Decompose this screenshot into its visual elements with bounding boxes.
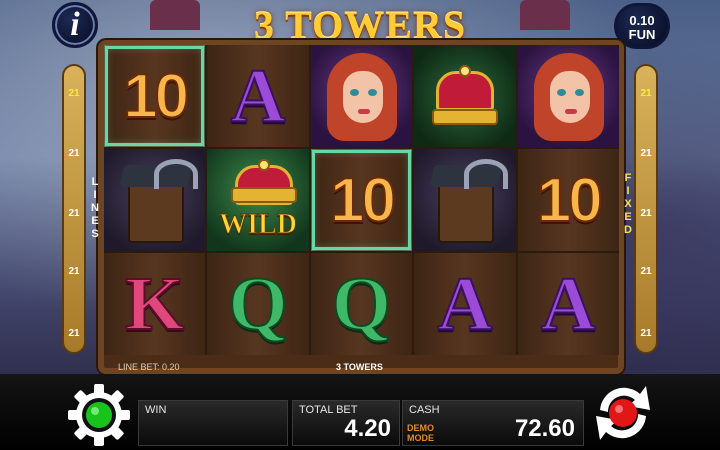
- symbol-tower: [414, 149, 516, 251]
- line-number[interactable]: 21: [64, 266, 84, 277]
- line-number[interactable]: 21: [636, 266, 656, 277]
- cash-label: CASH: [409, 404, 440, 416]
- fixed-label: FIXED: [624, 172, 632, 236]
- demo-mode-badge: DEMO MODE: [407, 423, 434, 443]
- symbol-girl: [517, 45, 619, 147]
- reel-cell: [517, 45, 619, 147]
- line-number[interactable]: 21: [64, 148, 84, 159]
- cash-panel: CASH DEMO MODE 72.60: [402, 400, 584, 446]
- symbol-ace: A: [230, 53, 287, 139]
- denomination-button[interactable]: 0.10 FUN: [614, 3, 670, 49]
- reel-cell: [310, 45, 413, 147]
- total-bet-value: 4.20: [344, 415, 391, 442]
- symbol-ten: 10: [122, 61, 190, 132]
- reel-cell: [414, 45, 516, 147]
- line-number[interactable]: 21: [636, 328, 656, 339]
- line-number[interactable]: 21: [64, 88, 84, 99]
- line-number[interactable]: 21: [636, 148, 656, 159]
- reel-cell: K: [104, 253, 206, 355]
- line-number[interactable]: 21: [64, 208, 84, 219]
- symbol-girl: [310, 45, 413, 147]
- symbol-ten: 10: [536, 165, 604, 236]
- spin-icon[interactable]: [588, 380, 658, 446]
- info-strip: LINE BET: 0.20 3 TOWERS: [104, 360, 619, 374]
- symbol-king: K: [124, 261, 185, 347]
- denomination-value: 0.10: [629, 13, 655, 28]
- reel-cell: A: [207, 45, 309, 147]
- reel-cell: A: [517, 253, 619, 355]
- symbol-tower: [104, 149, 206, 251]
- symbol-queen: Q: [228, 261, 289, 347]
- info-icon: i: [70, 6, 80, 43]
- reel-cell: WILD: [207, 149, 309, 251]
- symbol-wild: WILD: [207, 149, 309, 251]
- reel-cell: 10: [517, 149, 619, 251]
- reel-grid: 10 A WILD 10 10 K Q Q A A: [104, 45, 619, 355]
- symbol-queen: Q: [331, 261, 392, 347]
- left-lines-indicator: 21 21 21 21 21: [62, 64, 86, 354]
- right-lines-indicator: 21 21 21 21 21: [634, 64, 658, 354]
- title-decoration-left: [150, 0, 200, 30]
- gear-icon[interactable]: [66, 382, 132, 448]
- game-name-text: 3 TOWERS: [336, 362, 383, 372]
- reel-cell: [104, 149, 206, 251]
- reel-cell: 10: [104, 45, 206, 147]
- symbol-ten: 10: [329, 165, 397, 236]
- cash-value: 72.60: [514, 415, 575, 442]
- win-label: WIN: [145, 404, 167, 416]
- demo-mode-line2: MODE: [407, 433, 434, 443]
- title-decoration-right: [520, 0, 570, 30]
- win-panel: WIN: [138, 400, 288, 446]
- reel-cell: [414, 149, 516, 251]
- line-number[interactable]: 21: [64, 328, 84, 339]
- lines-label: LINES: [91, 176, 99, 240]
- currency-label: FUN: [628, 27, 656, 42]
- reel-cell: Q: [310, 253, 413, 355]
- symbol-ace: A: [436, 261, 493, 347]
- total-bet-panel[interactable]: TOTAL BET 4.20: [292, 400, 400, 446]
- reel-cell: 10: [310, 149, 413, 251]
- symbol-ace: A: [540, 261, 597, 347]
- demo-mode-line1: DEMO: [407, 423, 434, 433]
- reel-cell: Q: [207, 253, 309, 355]
- line-number[interactable]: 21: [636, 208, 656, 219]
- symbol-crown: [414, 45, 516, 147]
- line-number[interactable]: 21: [636, 88, 656, 99]
- line-bet-text: LINE BET: 0.20: [118, 362, 180, 372]
- reel-cell: A: [414, 253, 516, 355]
- wild-text: WILD: [219, 209, 298, 241]
- info-button[interactable]: i: [52, 2, 98, 48]
